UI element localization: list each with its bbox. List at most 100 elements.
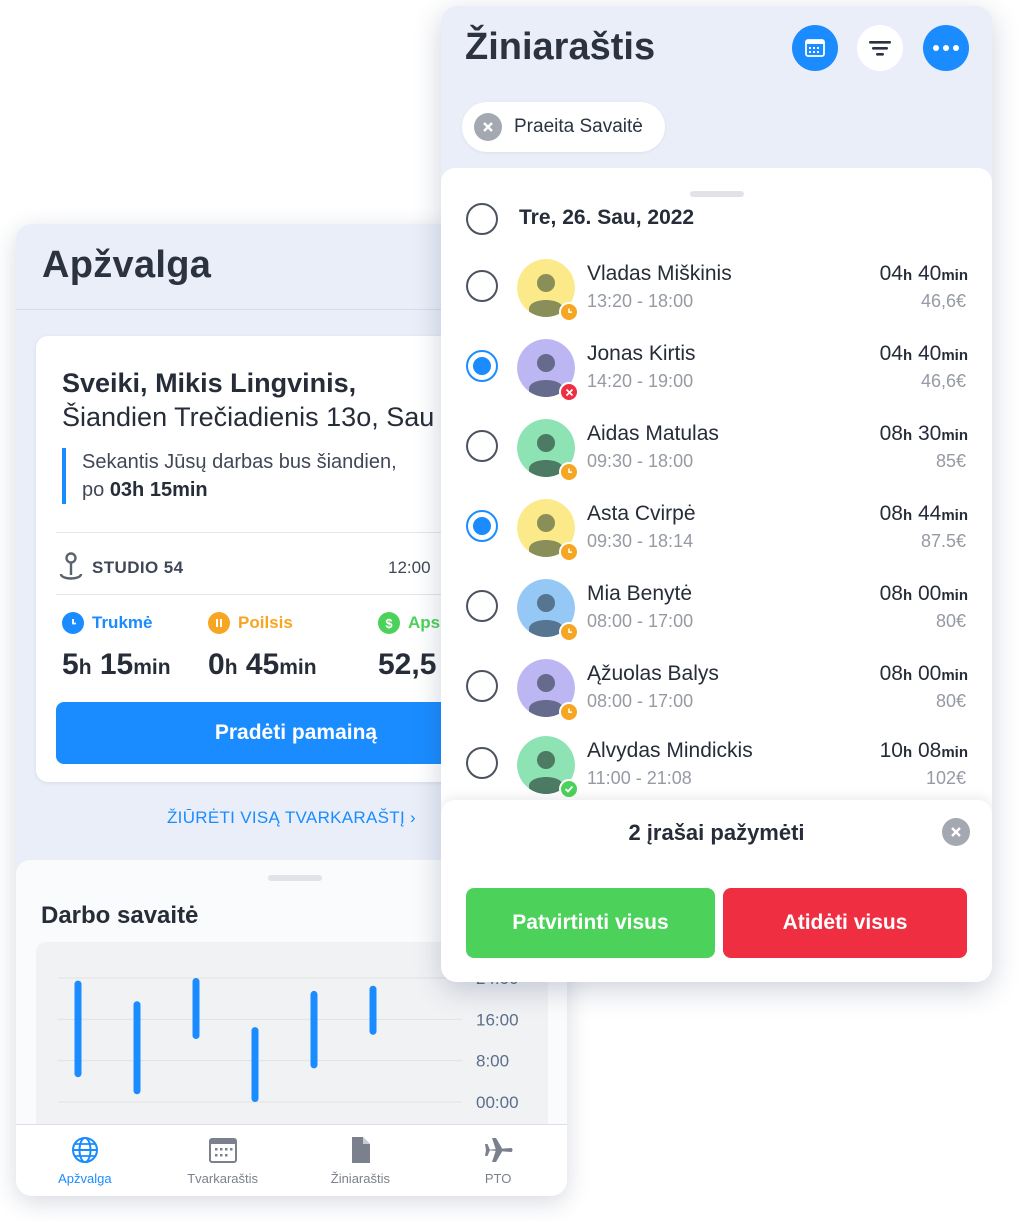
greeting-date: Šiandien Trečiadienis 13o, Sau bbox=[62, 402, 435, 432]
shift-duration: 08h 44min bbox=[880, 502, 968, 526]
chevron-right-icon: › bbox=[410, 808, 416, 827]
duration-minutes: 40 bbox=[917, 342, 942, 365]
duration-hours: 08 bbox=[879, 422, 903, 445]
stat-duration-head: Trukmė bbox=[62, 612, 171, 634]
employee-name: Jonas Kirtis bbox=[587, 342, 696, 365]
page-title: Žiniaraštis bbox=[465, 26, 656, 68]
chart-bar bbox=[310, 990, 318, 1069]
selected-count: 2 įrašai pažymėti bbox=[628, 820, 805, 845]
nav-item-pto[interactable]: PTO bbox=[429, 1125, 567, 1196]
shift-pay: 80€ bbox=[935, 691, 966, 711]
next-job-prefix: po bbox=[82, 479, 105, 501]
filter-icon bbox=[869, 41, 891, 56]
shift-duration: 04h 40min bbox=[880, 342, 968, 366]
table-row[interactable]: Vladas Miškinis 13:20 - 18:00 04h 40min 46,… bbox=[441, 256, 992, 326]
stat-break-head: Poilsis bbox=[208, 612, 317, 634]
location-name: STUDIO 54 bbox=[92, 558, 184, 577]
unit-min: min bbox=[941, 267, 968, 284]
employee-name: Alvydas Mindickis bbox=[587, 739, 753, 762]
employee-name: Asta Cvirpė bbox=[587, 502, 696, 525]
row-select-radio[interactable] bbox=[466, 510, 498, 542]
row-select-radio[interactable] bbox=[466, 590, 498, 622]
unit-h: h bbox=[902, 667, 913, 684]
row-select-radio[interactable] bbox=[466, 430, 498, 462]
shift-time: 14:20 - 19:00 bbox=[587, 371, 694, 391]
unit-min: min bbox=[279, 656, 317, 679]
stat-duration-hours: 5 bbox=[62, 648, 79, 681]
shift-pay: 46,6€ bbox=[920, 371, 966, 391]
chart-bar bbox=[74, 980, 82, 1078]
select-all-radio[interactable] bbox=[466, 203, 498, 235]
next-job-text: Sekantis Jūsų darbas bus šiandien, bbox=[82, 451, 397, 473]
unit-min: min bbox=[941, 347, 968, 364]
postpone-all-button[interactable]: Atidėti visus bbox=[723, 888, 967, 958]
unit-h: h bbox=[902, 427, 913, 444]
employee-name: Ąžuolas Balys bbox=[587, 662, 719, 685]
unit-h: h bbox=[78, 656, 92, 679]
nav-item-schedule[interactable]: Tvarkaraštis bbox=[154, 1125, 292, 1196]
row-select-radio[interactable] bbox=[466, 747, 498, 779]
duration-hours: 08 bbox=[879, 662, 903, 685]
nav-label-pto: PTO bbox=[484, 1171, 512, 1186]
duration-minutes: 44 bbox=[917, 502, 942, 525]
filter-chip[interactable]: Praeita Savaitė bbox=[462, 102, 665, 152]
duration-hours: 04 bbox=[879, 342, 903, 365]
duration-minutes: 40 bbox=[917, 262, 942, 285]
shift-pay: 87.5€ bbox=[920, 531, 966, 551]
stat-earnings: $ Apsk 52,5 bbox=[378, 612, 450, 682]
location-time: 12:00 bbox=[388, 558, 431, 577]
calendar-icon bbox=[208, 1138, 237, 1163]
stat-duration-value: 5h 15min bbox=[62, 648, 171, 682]
chart-bar bbox=[192, 978, 200, 1039]
shift-time: 13:20 - 18:00 bbox=[587, 291, 694, 311]
shift-pay: 102€ bbox=[925, 768, 966, 788]
chart-bar bbox=[369, 985, 377, 1035]
next-job-time: 03h 15min bbox=[109, 479, 208, 501]
pending-status-icon bbox=[559, 302, 579, 322]
table-row[interactable]: Jonas Kirtis 14:20 - 19:00 04h 40min 46,6€ bbox=[441, 336, 992, 406]
table-row[interactable]: Alvydas Mindickis 11:00 - 21:08 10h 08min 1… bbox=[441, 733, 992, 803]
stat-break-label: Poilsis bbox=[238, 613, 293, 632]
next-job-info: Sekantis Jūsų darbas bus šiandien, po 03… bbox=[62, 448, 422, 504]
unit-min: min bbox=[941, 587, 968, 604]
shift-pay: 46,6€ bbox=[920, 291, 966, 311]
close-selection-button[interactable] bbox=[942, 818, 970, 846]
nav-label-schedule: Tvarkaraštis bbox=[187, 1171, 259, 1186]
y-tick-label: 00:00 bbox=[476, 1093, 519, 1112]
shift-pay: 85€ bbox=[935, 451, 966, 471]
more-button[interactable] bbox=[923, 25, 969, 71]
shift-time: 08:00 - 17:00 bbox=[587, 691, 694, 711]
location-pin-icon bbox=[59, 552, 83, 580]
table-row[interactable]: Ąžuolas Balys 08:00 - 17:00 08h 00min 80€ bbox=[441, 656, 992, 726]
chart-bar bbox=[133, 1001, 141, 1095]
close-icon[interactable] bbox=[474, 113, 502, 141]
stat-break: Poilsis 0h 45min bbox=[208, 612, 317, 682]
shift-duration: 08h 30min bbox=[880, 422, 968, 446]
next-job-countdown: po 03h 15min bbox=[82, 476, 422, 504]
shift-duration: 04h 40min bbox=[880, 262, 968, 286]
nav-item-timesheet[interactable]: Žiniaraštis bbox=[292, 1125, 430, 1196]
document-icon bbox=[352, 1137, 371, 1163]
approved-status-icon bbox=[559, 779, 579, 799]
row-select-radio[interactable] bbox=[466, 270, 498, 302]
stat-duration-minutes: 15 bbox=[99, 648, 134, 681]
filter-button[interactable] bbox=[857, 25, 903, 71]
row-select-radio[interactable] bbox=[466, 670, 498, 702]
row-select-radio[interactable] bbox=[466, 350, 498, 382]
table-row[interactable]: Mia Benytė 08:00 - 17:00 08h 00min 80€ bbox=[441, 576, 992, 646]
drag-handle[interactable] bbox=[268, 875, 322, 881]
calendar-button[interactable] bbox=[792, 25, 838, 71]
unit-h: h bbox=[902, 347, 913, 364]
pending-status-icon bbox=[559, 622, 579, 642]
chart-bar bbox=[251, 1027, 259, 1102]
shift-duration: 08h 00min bbox=[880, 662, 968, 686]
close-icon bbox=[951, 827, 961, 837]
table-row[interactable]: Aidas Matulas 09:30 - 18:00 08h 30min 85€ bbox=[441, 416, 992, 486]
table-row[interactable]: Asta Cvirpė 09:30 - 18:14 08h 44min 87.5€ bbox=[441, 496, 992, 566]
bottom-nav: Apžvalga Tvarkaraštis Žiniaraštis PTO bbox=[16, 1124, 567, 1196]
drag-handle[interactable] bbox=[690, 191, 744, 197]
duration-minutes: 00 bbox=[917, 582, 942, 605]
approve-all-button[interactable]: Patvirtinti visus bbox=[466, 888, 715, 958]
nav-item-overview[interactable]: Apžvalga bbox=[16, 1125, 154, 1196]
airplane-icon bbox=[485, 1138, 513, 1162]
